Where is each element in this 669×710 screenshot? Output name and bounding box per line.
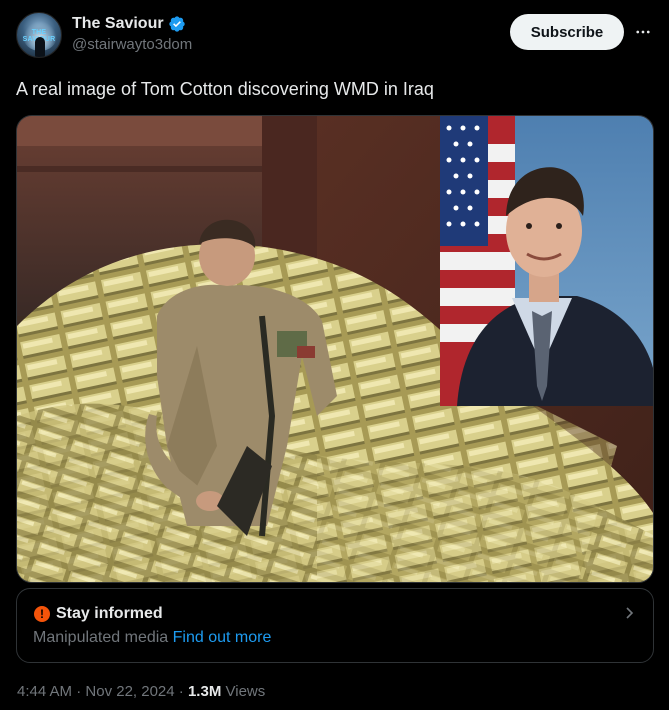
views-count: 1.3M [187, 683, 222, 700]
chevron-right-icon[interactable] [623, 603, 637, 623]
notice-body: Manipulated media Find out more [33, 629, 271, 647]
meta-separator: · [76, 683, 82, 700]
avatar[interactable]: THE SAVIOUR [16, 12, 62, 58]
author-display-name[interactable]: The Saviour [72, 15, 164, 33]
find-out-more-link[interactable]: Find out more [173, 629, 272, 646]
image-scene [17, 116, 653, 582]
notice-title: Stay informed [56, 605, 163, 622]
inset-portrait [440, 116, 653, 406]
author-names: The Saviour @stairwayto3dom [72, 15, 192, 53]
notice-body-text: Manipulated media [33, 629, 169, 646]
views-label: Views [225, 683, 266, 700]
subscribe-button[interactable]: Subscribe [510, 14, 624, 50]
tweet-date[interactable]: Nov 22, 2024 [85, 683, 174, 700]
alert-icon: ! [34, 606, 50, 622]
tweet-meta: 4:44 AM · Nov 22, 2024 · 1.3M Views [17, 683, 265, 700]
tweet-image[interactable] [16, 115, 654, 583]
notice-title-row: ! Stay informed [34, 605, 163, 623]
tweet-header: THE SAVIOUR The Saviour @stairwayto3dom … [16, 12, 653, 62]
more-horizontal-icon[interactable] [633, 20, 653, 44]
meta-separator: · [178, 683, 184, 700]
author-handle[interactable]: @stairwayto3dom [72, 36, 192, 53]
community-notice[interactable]: ! Stay informed Manipulated media Find o… [16, 588, 654, 663]
tweet-text: A real image of Tom Cotton discovering W… [16, 79, 434, 99]
verified-badge-icon[interactable] [168, 15, 186, 33]
avatar-figure [35, 37, 45, 57]
tweet-time[interactable]: 4:44 AM [17, 683, 72, 700]
author-display-name-row[interactable]: The Saviour [72, 15, 192, 33]
